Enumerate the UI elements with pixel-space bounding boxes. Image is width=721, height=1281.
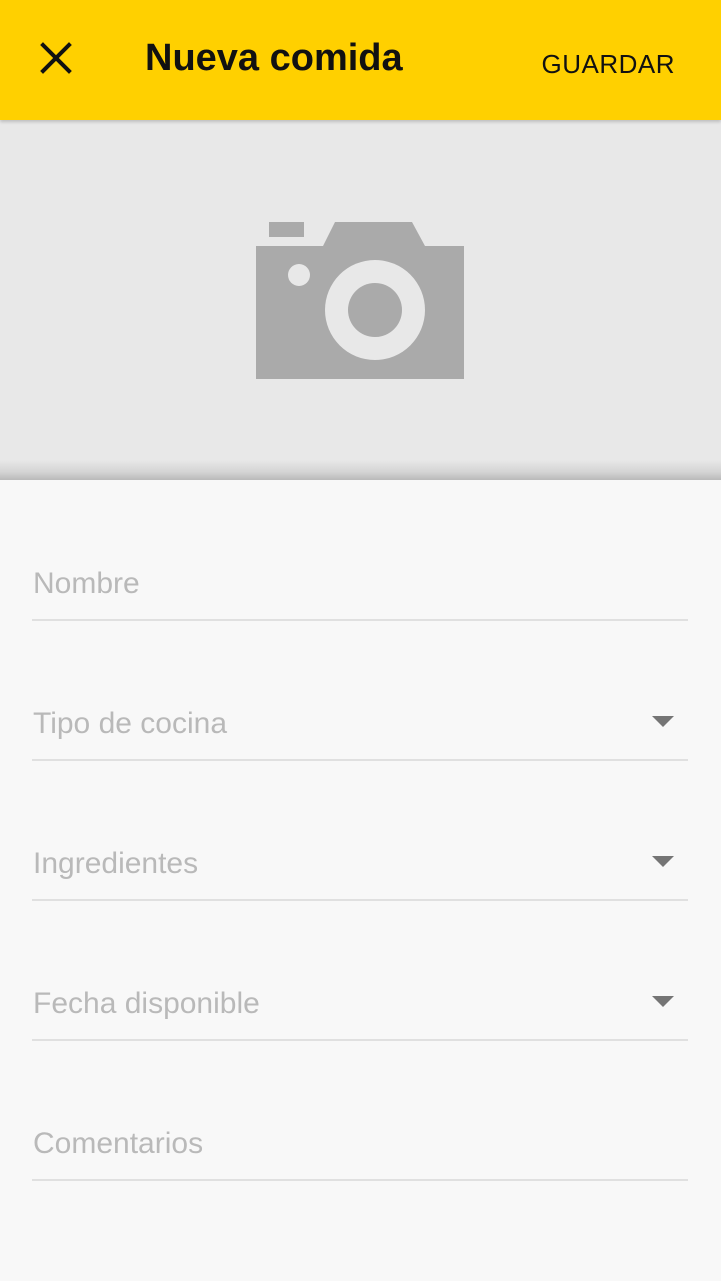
- available-date-label: Fecha disponible: [33, 987, 260, 1020]
- name-field-label: Nombre: [33, 567, 140, 600]
- new-meal-screen: Nueva comida GUARDAR Nombre Tipo de coci…: [0, 0, 721, 1281]
- dropdown-arrow-icon: [652, 716, 674, 727]
- close-button[interactable]: [22, 24, 90, 92]
- save-button[interactable]: GUARDAR: [523, 42, 693, 86]
- name-field[interactable]: Nombre: [32, 480, 688, 622]
- dropdown-arrow-icon: [652, 856, 674, 867]
- photo-picker[interactable]: [0, 120, 721, 480]
- camera-icon: [256, 222, 464, 379]
- cuisine-type-dropdown[interactable]: Tipo de cocina: [32, 620, 688, 762]
- comments-field[interactable]: Comentarios: [32, 1040, 688, 1182]
- close-icon: [40, 42, 72, 74]
- dropdown-arrow-icon: [652, 996, 674, 1007]
- comments-field-underline: [32, 1179, 688, 1181]
- comments-field-label: Comentarios: [33, 1127, 204, 1160]
- ingredients-dropdown[interactable]: Ingredientes: [32, 760, 688, 902]
- page-title: Nueva comida: [145, 37, 403, 79]
- available-date-dropdown[interactable]: Fecha disponible: [32, 900, 688, 1042]
- app-bar: Nueva comida GUARDAR: [0, 0, 721, 120]
- ingredients-label: Ingredientes: [33, 847, 199, 880]
- cuisine-type-label: Tipo de cocina: [33, 707, 228, 740]
